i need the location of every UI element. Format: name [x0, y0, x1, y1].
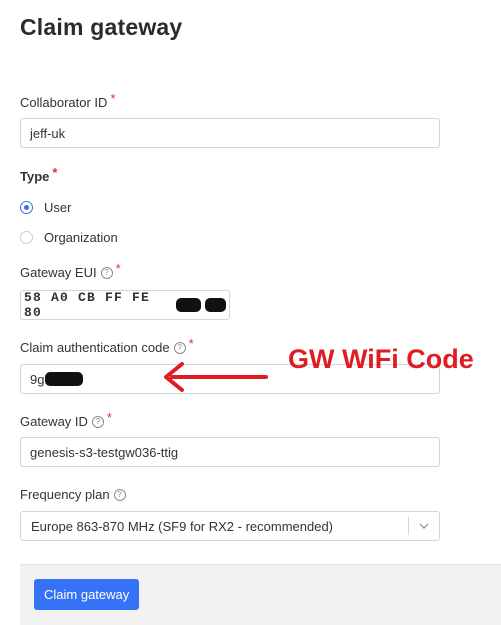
collaborator-id-field[interactable]: jeff-uk: [20, 118, 440, 148]
type-option-organization[interactable]: Organization: [20, 230, 118, 245]
gateway-id-value: genesis-s3-testgw036-ttig: [30, 444, 179, 460]
frequency-plan-select[interactable]: Europe 863-870 MHz (SF9 for RX2 - recomm…: [20, 511, 440, 541]
required-marker: *: [115, 261, 121, 276]
collaborator-id-label: Collaborator ID *: [20, 91, 116, 110]
gateway-id-label: Gateway ID ? *: [20, 410, 112, 429]
annotation-label: GW WiFi Code: [288, 344, 474, 374]
claim-auth-code-value: 9g: [30, 371, 45, 387]
type-label-text: Type: [20, 169, 50, 184]
required-marker: *: [52, 165, 58, 180]
form-footer: Claim gateway: [20, 564, 501, 625]
gateway-id-label-text: Gateway ID: [20, 414, 88, 429]
gateway-eui-label-text: Gateway EUI: [20, 265, 97, 280]
collaborator-id-label-text: Collaborator ID: [20, 95, 108, 110]
redaction-mark: [175, 298, 201, 312]
chevron-down-icon[interactable]: [419, 521, 429, 531]
page-title: Claim gateway: [20, 14, 183, 40]
type-option-user-label: User: [44, 200, 72, 215]
redaction-mark: [204, 298, 227, 312]
select-divider: [408, 517, 409, 535]
frequency-plan-label: Frequency plan ?: [20, 487, 126, 502]
radio-user[interactable]: [20, 201, 33, 214]
gateway-eui-field[interactable]: 58 A0 CB FF FE 80: [20, 290, 230, 320]
gateway-eui-value: 58 A0 CB FF FE 80: [24, 290, 151, 320]
claim-auth-code-label: Claim authentication code ? *: [20, 336, 194, 355]
frequency-plan-label-text: Frequency plan: [20, 487, 110, 502]
claim-gateway-button[interactable]: Claim gateway: [34, 579, 140, 610]
claim-auth-code-label-text: Claim authentication code: [20, 340, 170, 355]
redaction-mark: [45, 372, 84, 386]
required-marker: *: [188, 336, 194, 351]
required-marker: *: [106, 410, 112, 425]
type-option-user[interactable]: User: [20, 200, 71, 215]
help-icon[interactable]: ?: [173, 341, 186, 354]
type-option-organization-label: Organization: [44, 230, 118, 245]
gateway-eui-label: Gateway EUI ? *: [20, 261, 121, 280]
gateway-id-field[interactable]: genesis-s3-testgw036-ttig: [20, 437, 440, 467]
help-icon[interactable]: ?: [91, 415, 104, 428]
help-icon[interactable]: ?: [100, 266, 113, 279]
frequency-plan-value: Europe 863-870 MHz (SF9 for RX2 - recomm…: [31, 518, 334, 534]
collaborator-id-value: jeff-uk: [30, 125, 66, 141]
radio-organization[interactable]: [20, 231, 33, 244]
annotation-arrow-icon: [164, 362, 268, 392]
type-label: Type *: [20, 165, 57, 184]
help-icon[interactable]: ?: [113, 488, 126, 501]
required-marker: *: [110, 91, 116, 106]
